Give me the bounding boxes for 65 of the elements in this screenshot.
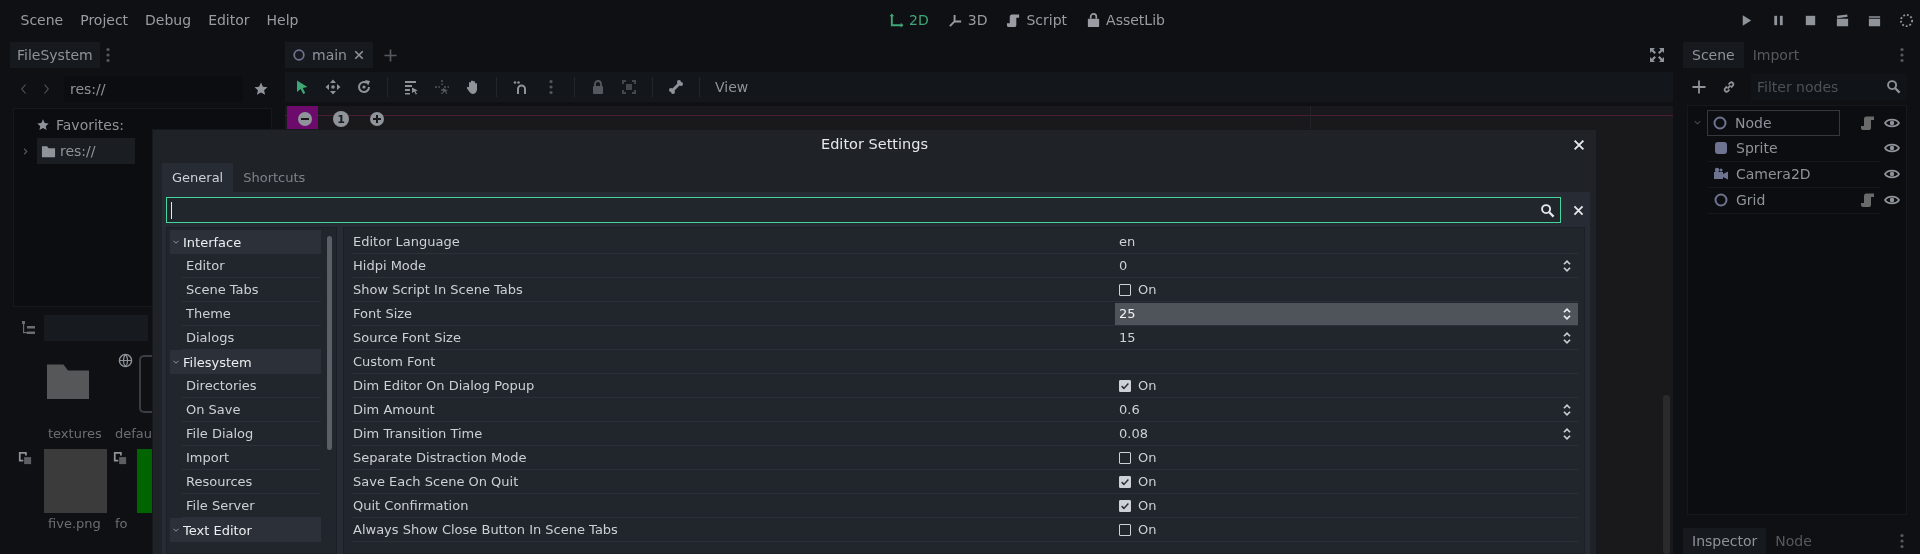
filter-field[interactable]: Filter nodes (1751, 73, 1907, 100)
property-label: Always Show Close Button In Scene Tabs (352, 522, 619, 537)
property-label: Save Each Scene On Quit (352, 474, 520, 489)
menu-item[interactable]: Help (258, 6, 307, 34)
property-label: Source Font Size (352, 330, 462, 345)
property-label: Dim Transition Time (352, 426, 484, 441)
menu-item[interactable]: Scene (12, 6, 72, 34)
file-name: textures (48, 426, 102, 441)
value-field[interactable]: 0.6 (1115, 398, 1578, 421)
menu-item[interactable]: Debug (136, 6, 200, 34)
dialog-title: Editor Settings (821, 136, 928, 152)
zoom-reset-button[interactable]: 1 (333, 111, 349, 127)
checkbox[interactable]: On (1119, 378, 1157, 393)
tree-item[interactable]: Grid (1708, 187, 1840, 214)
workspace-tab[interactable]: AssetLib (1084, 8, 1167, 32)
view-menu[interactable]: View (715, 79, 749, 95)
tree-item[interactable]: Scene Tabs (182, 278, 321, 302)
property-label: Dim Editor On Dialog Popup (352, 378, 536, 393)
tree-category[interactable]: Text Editor (170, 518, 321, 542)
checkbox[interactable]: On (1119, 282, 1157, 297)
workspace-tab[interactable]: 2D (887, 8, 931, 32)
document-tab[interactable]: main (285, 42, 373, 68)
file-name: fo (115, 516, 128, 531)
checkbox[interactable]: On (1119, 522, 1157, 537)
tree-category[interactable]: Interface (170, 230, 321, 254)
file-name: five.png (48, 516, 101, 531)
property-label: Dim Amount (352, 402, 436, 417)
value-field[interactable]: 0.08 (1115, 422, 1578, 445)
dock-tab[interactable]: Scene (1683, 42, 1744, 68)
file-name: defau (115, 426, 153, 441)
menu-item[interactable]: Project (71, 6, 137, 34)
tree-item[interactable]: Sprite (1708, 135, 1840, 162)
property-label: Hidpi Mode (352, 258, 428, 273)
workspace-tab[interactable]: Script (1004, 8, 1070, 32)
tree-item[interactable]: On Save (182, 398, 321, 422)
value-field[interactable]: en (1115, 230, 1578, 253)
checkbox[interactable]: On (1119, 450, 1157, 465)
property-label: Separate Distraction Mode (352, 450, 528, 465)
tree-item[interactable]: Import (182, 446, 321, 470)
checkbox[interactable]: On (1119, 498, 1157, 513)
tree-item[interactable]: res:// (37, 138, 135, 164)
value-field[interactable]: 25 (1115, 302, 1578, 325)
checkbox[interactable]: On (1119, 474, 1157, 489)
property-label: Editor Language (352, 234, 461, 249)
dock-tab[interactable]: FileSystem (10, 42, 100, 68)
workspace-tab[interactable]: 3D (945, 8, 990, 32)
tree-category[interactable]: Filesystem (170, 350, 321, 374)
dock-tab[interactable]: Inspector (1683, 528, 1767, 554)
property-label: Quit Confirmation (352, 498, 470, 513)
tree-item[interactable]: Theme (182, 302, 321, 326)
tree-item[interactable]: Resources (182, 470, 321, 494)
value-field[interactable]: 15 (1115, 326, 1578, 349)
menu-item[interactable]: Editor (199, 6, 259, 34)
tree-item[interactable]: File Dialog (182, 422, 321, 446)
value-field[interactable]: 0 (1115, 254, 1578, 277)
dialog-tab[interactable]: General (162, 163, 234, 192)
tree-item[interactable]: Node (1707, 109, 1840, 136)
dialog-tab[interactable]: Shortcuts (233, 163, 316, 192)
favorites-label: Favorites: (56, 117, 124, 133)
tree-item[interactable]: Camera2D (1708, 161, 1840, 188)
property-label: Show Script In Scene Tabs (352, 282, 524, 297)
property-label: Custom Font (352, 354, 437, 369)
property-label: Font Size (352, 306, 414, 321)
tree-item[interactable]: Directories (182, 374, 321, 398)
tree-item[interactable]: Editor (182, 254, 321, 278)
